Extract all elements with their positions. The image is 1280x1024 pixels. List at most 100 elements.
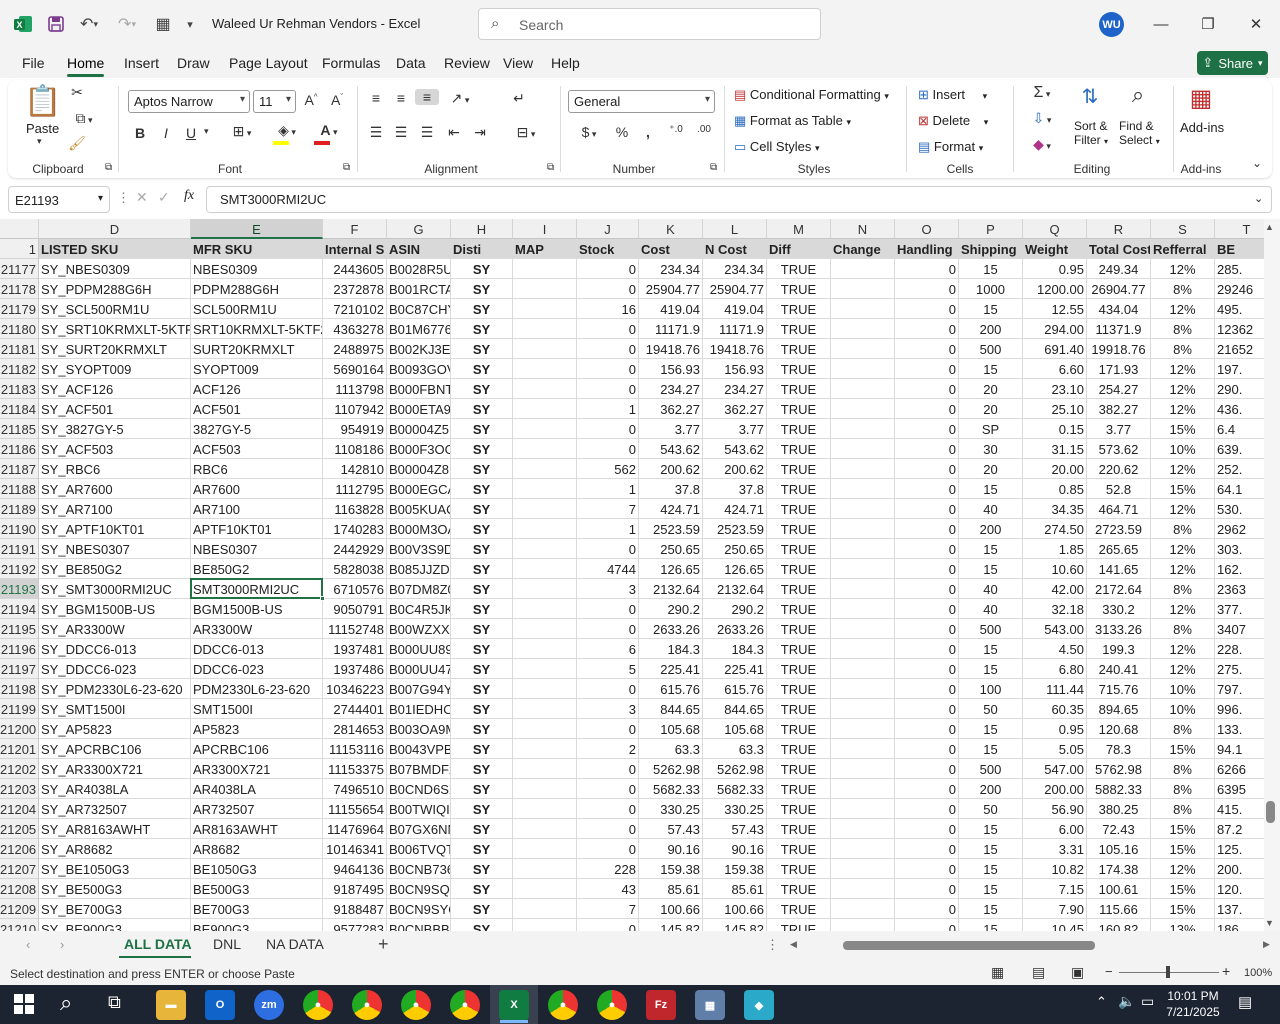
expand-formula-icon[interactable]: ⌄ [1254, 192, 1263, 205]
cell-o[interactable]: 0 [895, 859, 959, 879]
row-header[interactable]: 21200 [0, 719, 39, 739]
cell-r[interactable]: 3133.26 [1087, 619, 1151, 639]
cell-t[interactable]: 3407 [1215, 619, 1264, 639]
cell-r[interactable]: 254.27 [1087, 379, 1151, 399]
cell-l[interactable]: 2523.59 [703, 519, 767, 539]
cell-i[interactable] [513, 579, 577, 599]
cell-q[interactable]: 0.95 [1023, 259, 1087, 279]
cell-f[interactable]: 9187495 [323, 879, 387, 899]
cell-l[interactable]: 85.61 [703, 879, 767, 899]
cell-h[interactable]: SY [451, 259, 513, 279]
cell-m[interactable]: TRUE [767, 319, 831, 339]
cell-j[interactable]: 7 [577, 499, 639, 519]
windows-start-icon[interactable] [14, 994, 34, 1014]
cell-h[interactable]: SY [451, 479, 513, 499]
cell-f[interactable]: 11152748 [323, 619, 387, 639]
cell-j[interactable]: 6 [577, 639, 639, 659]
find-select-icon[interactable]: ⌕ [1122, 82, 1154, 108]
cell-t[interactable]: 200. [1215, 859, 1264, 879]
delete-cells-button[interactable]: ⊠ Delete ▾ [918, 113, 988, 129]
cell-r[interactable]: 330.2 [1087, 599, 1151, 619]
cell-p[interactable]: 500 [959, 339, 1023, 359]
cell-r[interactable]: 2172.64 [1087, 579, 1151, 599]
row-header[interactable]: 21205 [0, 819, 39, 839]
cell-r[interactable]: 382.27 [1087, 399, 1151, 419]
cell-o[interactable]: 0 [895, 839, 959, 859]
cell-i[interactable] [513, 919, 577, 931]
cell-f[interactable]: 4363278 [323, 319, 387, 339]
column-header-f[interactable]: F [323, 219, 387, 239]
cell-t[interactable]: 303. [1215, 539, 1264, 559]
cell-k[interactable]: 11171.9 [639, 319, 703, 339]
cell-r[interactable]: 573.62 [1087, 439, 1151, 459]
cell-e[interactable]: BE1050G3 [191, 859, 323, 879]
cell-n[interactable] [831, 799, 895, 819]
cell-n[interactable] [831, 739, 895, 759]
cell-f[interactable]: 142810 [323, 459, 387, 479]
cell-i[interactable] [513, 279, 577, 299]
cell-r[interactable]: 105.16 [1087, 839, 1151, 859]
cell-p[interactable]: 50 [959, 799, 1023, 819]
cell-n[interactable] [831, 819, 895, 839]
cell-q[interactable]: 7.90 [1023, 899, 1087, 919]
column-header-i[interactable]: I [513, 219, 577, 239]
cell-i[interactable] [513, 299, 577, 319]
cell-n[interactable] [831, 499, 895, 519]
cell-g[interactable]: B0CN9SQK [387, 879, 451, 899]
column-title-h[interactable]: Disti [451, 239, 513, 259]
filezilla-icon[interactable]: Fz [646, 990, 676, 1020]
cell-l[interactable]: 225.41 [703, 659, 767, 679]
enter-icon[interactable]: ✓ [158, 189, 170, 206]
cell-e[interactable]: PDM2330L6-23-620 [191, 679, 323, 699]
cell-s[interactable]: 8% [1151, 279, 1215, 299]
cell-d[interactable]: SY_BE1050G3 [39, 859, 191, 879]
cut-icon[interactable]: ✂ [67, 84, 87, 101]
fill-handle[interactable] [320, 596, 325, 601]
cell-k[interactable]: 543.62 [639, 439, 703, 459]
cell-i[interactable] [513, 599, 577, 619]
cell-l[interactable]: 615.76 [703, 679, 767, 699]
cell-n[interactable] [831, 419, 895, 439]
cell-s[interactable]: 12% [1151, 599, 1215, 619]
menu-file[interactable]: File [22, 55, 45, 71]
cell-r[interactable]: 100.61 [1087, 879, 1151, 899]
tab-dnl[interactable]: DNL [213, 936, 241, 952]
cell-r[interactable]: 894.65 [1087, 699, 1151, 719]
cell-m[interactable]: TRUE [767, 579, 831, 599]
chrome-profile-6-icon[interactable]: ● [597, 990, 627, 1020]
cell-g[interactable]: B0043VPB [387, 739, 451, 759]
cell-h[interactable]: SY [451, 459, 513, 479]
cell-r[interactable]: 5882.33 [1087, 779, 1151, 799]
cell-r[interactable]: 11371.9 [1087, 319, 1151, 339]
cell-t[interactable]: 996. [1215, 699, 1264, 719]
cell-g[interactable]: B0CND6SX [387, 779, 451, 799]
cell-t[interactable]: 186 [1215, 919, 1264, 931]
cell-t[interactable]: 495. [1215, 299, 1264, 319]
cell-g[interactable]: B0CNBBB3 [387, 919, 451, 931]
cell-s[interactable]: 12% [1151, 459, 1215, 479]
cell-s[interactable]: 12% [1151, 639, 1215, 659]
cell-t[interactable]: 639. [1215, 439, 1264, 459]
cell-d[interactable]: SY_AR8163AWHT [39, 819, 191, 839]
cell-e[interactable]: SURT20KRMXLT [191, 339, 323, 359]
cell-p[interactable]: 15 [959, 659, 1023, 679]
cell-h[interactable]: SY [451, 379, 513, 399]
row-header[interactable]: 21181 [0, 339, 39, 359]
cell-s[interactable]: 10% [1151, 699, 1215, 719]
cell-h[interactable]: SY [451, 559, 513, 579]
cell-s[interactable]: 15% [1151, 839, 1215, 859]
cell-f[interactable]: 11155654 [323, 799, 387, 819]
cell-q[interactable]: 0.95 [1023, 719, 1087, 739]
cell-h[interactable]: SY [451, 419, 513, 439]
cell-j[interactable]: 0 [577, 619, 639, 639]
cell-k[interactable]: 57.43 [639, 819, 703, 839]
cell-l[interactable]: 63.3 [703, 739, 767, 759]
row-header[interactable]: 21183 [0, 379, 39, 399]
cell-e[interactable]: ACF503 [191, 439, 323, 459]
page-layout-view-icon[interactable]: ▤ [1032, 964, 1045, 981]
cell-q[interactable]: 111.44 [1023, 679, 1087, 699]
cell-g[interactable]: B0C87CHY [387, 299, 451, 319]
column-title-q[interactable]: Weight [1023, 239, 1087, 259]
number-launcher-icon[interactable]: ⧉ [710, 162, 717, 173]
vertical-scroll-thumb[interactable] [1266, 801, 1275, 823]
